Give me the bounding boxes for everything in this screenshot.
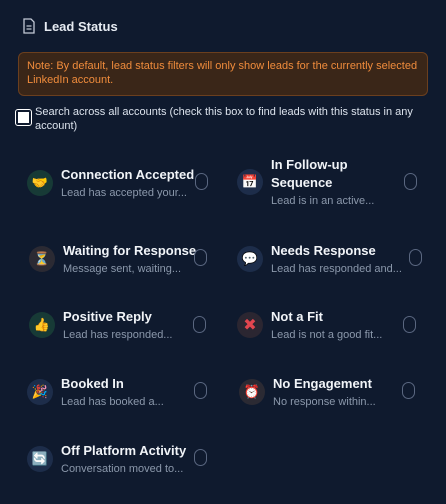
status-subtitle: Lead is in an active... — [271, 195, 375, 207]
status-subtitle: No response within... — [273, 396, 376, 408]
status-option-off-platform-activity[interactable]: 🔄 Off Platform Activity Conversation mov… — [27, 442, 186, 476]
panel-header: Lead Status — [22, 18, 118, 34]
status-option-in-follow-up-sequence[interactable]: 📅 In Follow-up Sequence Lead is in an ac… — [237, 156, 381, 208]
positive-reply-radio[interactable] — [193, 316, 206, 333]
party-popper-icon: 🎉 — [27, 379, 53, 405]
status-option-needs-response[interactable]: 💬 Needs Response Lead has responded and.… — [237, 242, 402, 276]
alarm-clock-icon: ⏰ — [239, 379, 265, 405]
not-a-fit-radio[interactable] — [403, 316, 416, 333]
status-option-positive-reply[interactable]: 👍 Positive Reply Lead has responded... — [29, 308, 172, 342]
search-all-accounts-row[interactable]: Search across all accounts (check this b… — [15, 105, 426, 133]
status-title: No Engagement — [273, 376, 372, 391]
lead-status-panel: Lead Status Note: By default, lead statu… — [0, 0, 446, 504]
status-title: Off Platform Activity — [61, 443, 187, 458]
needs-response-radio[interactable] — [409, 249, 422, 266]
status-subtitle: Lead is not a good fit... — [271, 329, 383, 341]
status-option-waiting-for-response[interactable]: ⏳ Waiting for Response Message sent, wai… — [29, 242, 196, 276]
status-option-connection-accepted[interactable]: 🤝 Connection Accepted Lead has accepted … — [27, 166, 194, 200]
reply-chat-icon: 💬 — [237, 246, 263, 272]
status-title: Connection Accepted — [61, 167, 195, 182]
status-title: Waiting for Response — [63, 243, 197, 258]
hourglass-icon: ⏳ — [29, 246, 55, 272]
refresh-icon: 🔄 — [27, 446, 53, 472]
status-subtitle: Conversation moved to... — [61, 463, 184, 475]
panel-title: Lead Status — [44, 18, 118, 34]
status-subtitle: Lead has accepted your... — [61, 187, 187, 199]
status-subtitle: Lead has booked a... — [61, 396, 164, 408]
booked-in-radio[interactable] — [194, 382, 207, 399]
document-icon — [23, 18, 35, 34]
status-option-no-engagement[interactable]: ⏰ No Engagement No response within... — [239, 375, 376, 409]
off-platform-activity-radio[interactable] — [194, 449, 207, 466]
status-subtitle: Lead has responded... — [63, 329, 173, 341]
status-title: Not a Fit — [271, 309, 323, 324]
status-option-booked-in[interactable]: 🎉 Booked In Lead has booked a... — [27, 375, 164, 409]
handshake-icon: 🤝 — [27, 170, 53, 196]
waiting-for-response-radio[interactable] — [194, 249, 207, 266]
cross-mark-icon: ✖ — [237, 312, 263, 338]
status-title: In Follow-up Sequence — [271, 157, 348, 190]
no-engagement-radio[interactable] — [402, 382, 415, 399]
in-follow-up-sequence-radio[interactable] — [404, 173, 417, 190]
status-subtitle: Message sent, waiting... — [63, 263, 182, 275]
status-title: Booked In — [61, 376, 124, 391]
connection-accepted-radio[interactable] — [195, 173, 208, 190]
status-option-not-a-fit[interactable]: ✖ Not a Fit Lead is not a good fit... — [237, 308, 382, 342]
account-filter-notice: Note: By default, lead status filters wi… — [18, 52, 428, 96]
search-all-accounts-checkbox[interactable] — [15, 109, 32, 126]
search-all-accounts-label: Search across all accounts (check this b… — [35, 106, 413, 132]
status-subtitle: Lead has responded and... — [271, 263, 402, 275]
calendar-icon: 📅 — [237, 169, 263, 195]
thumbs-up-icon: 👍 — [29, 312, 55, 338]
status-title: Positive Reply — [63, 309, 152, 324]
status-title: Needs Response — [271, 243, 376, 258]
